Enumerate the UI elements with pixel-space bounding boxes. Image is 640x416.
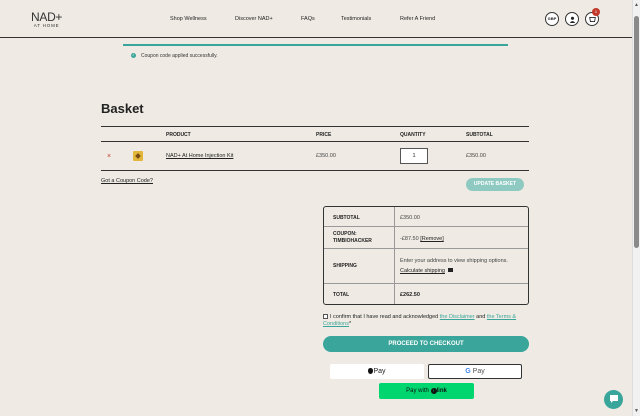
basket-totals: SUBTOTAL £350.00 COUPON: TIMBIOHACKER -£… xyxy=(323,206,529,305)
truck-icon xyxy=(448,268,454,272)
apple-pay-button[interactable]: Pay xyxy=(330,364,424,379)
required-mark: * xyxy=(349,321,352,327)
header-price: PRICE xyxy=(316,132,332,138)
confirm-text: I confirm that I have read and acknowled… xyxy=(330,314,439,320)
chat-bubble-icon[interactable] xyxy=(604,390,623,409)
header-product: PRODUCT xyxy=(166,132,191,138)
header-subtotal: SUBTOTAL xyxy=(466,132,493,138)
cart-count-badge: 1 xyxy=(592,8,600,16)
google-g-icon: G xyxy=(465,368,471,375)
table-row: × NAD+ At Home Injection Kit £350.00 1 £… xyxy=(101,142,529,171)
coupon-label: COUPON: TIMBIOHACKER xyxy=(333,231,372,244)
totals-subtotal-row: SUBTOTAL £350.00 xyxy=(324,207,528,227)
coupon-remove-link[interactable]: [Remove] xyxy=(420,236,444,242)
totals-shipping-row: SHIPPING Enter your address to view ship… xyxy=(324,249,528,284)
header-quantity: QUANTITY xyxy=(400,132,426,138)
basket-table-header: PRODUCT PRICE QUANTITY SUBTOTAL xyxy=(101,126,529,142)
scrollbar-thumb[interactable] xyxy=(634,16,639,248)
check-icon: ✓ xyxy=(131,53,136,58)
apple-pay-label: Pay xyxy=(373,368,386,375)
update-basket-button[interactable]: UPDATE BASKET xyxy=(466,178,524,191)
currency-button[interactable]: GBP xyxy=(545,12,559,26)
product-thumbnail[interactable] xyxy=(133,151,143,161)
subtotal-label: SUBTOTAL xyxy=(333,215,360,221)
google-pay-button[interactable]: G Pay xyxy=(428,364,522,379)
coupon-success-notice: ✓ Coupon code applied successfully. xyxy=(123,44,508,64)
scroll-up-arrow-icon[interactable]: ▲ xyxy=(634,2,639,8)
calculate-shipping-link[interactable]: Calculate shipping xyxy=(400,268,454,274)
product-price: £350.00 xyxy=(316,153,336,159)
terms-checkbox[interactable] xyxy=(323,314,328,320)
calculate-shipping-label: Calculate shipping xyxy=(400,268,445,274)
notice-text: Coupon code applied successfully. xyxy=(141,53,218,59)
total-label: TOTAL xyxy=(333,292,350,298)
logo[interactable]: NAD+ AT HOME xyxy=(31,11,62,29)
coupon-discount: -£87.50 xyxy=(400,236,419,242)
subtotal-value: £350.00 xyxy=(400,215,420,221)
page-scrollbar[interactable]: ▲ ▼ xyxy=(632,0,640,416)
totals-total-row: TOTAL £262.50 xyxy=(324,284,528,305)
quantity-input[interactable]: 1 xyxy=(400,148,428,164)
logo-main: NAD+ xyxy=(31,10,63,24)
logo-sub: AT HOME xyxy=(33,23,60,28)
product-name-link[interactable]: NAD+ At Home Injection Kit xyxy=(166,153,233,159)
terms-confirm: I confirm that I have read and acknowled… xyxy=(323,314,533,328)
coupon-value: -£87.50 [Remove] xyxy=(400,236,444,242)
product-subtotal: £350.00 xyxy=(466,153,486,159)
nav-faqs[interactable]: FAQs xyxy=(301,16,315,22)
coupon-code-link[interactable]: Got a Coupon Code? xyxy=(101,178,153,184)
link-pay-button[interactable]: Pay with › link xyxy=(379,383,474,399)
disclaimer-link[interactable]: the Disclaimer xyxy=(440,314,475,320)
proceed-to-checkout-button[interactable]: PROCEED TO CHECKOUT xyxy=(323,336,529,352)
nav-testimonials[interactable]: Testimonials xyxy=(341,16,371,22)
total-value: £262.50 xyxy=(400,292,420,298)
link-brand: link xyxy=(436,388,447,394)
scroll-down-arrow-icon[interactable]: ▼ xyxy=(634,408,639,414)
nav-discover-nad[interactable]: Discover NAD+ xyxy=(235,16,273,22)
shipping-label: SHIPPING xyxy=(333,263,357,269)
link-pay-prefix: Pay with xyxy=(406,388,429,394)
remove-item-icon[interactable]: × xyxy=(107,153,111,160)
account-icon[interactable] xyxy=(565,12,579,26)
nav-shop-wellness[interactable]: Shop Wellness xyxy=(170,16,207,22)
nav-refer-a-friend[interactable]: Refer A Friend xyxy=(400,16,435,22)
google-pay-label: Pay xyxy=(472,368,485,375)
shipping-info-text: Enter your address to view shipping opti… xyxy=(400,258,508,264)
confirm-and: and xyxy=(476,314,486,320)
site-header: NAD+ AT HOME Shop Wellness Discover NAD+… xyxy=(0,0,632,38)
page-title: Basket xyxy=(101,101,144,116)
totals-coupon-row: COUPON: TIMBIOHACKER -£87.50 [Remove] xyxy=(324,227,528,249)
